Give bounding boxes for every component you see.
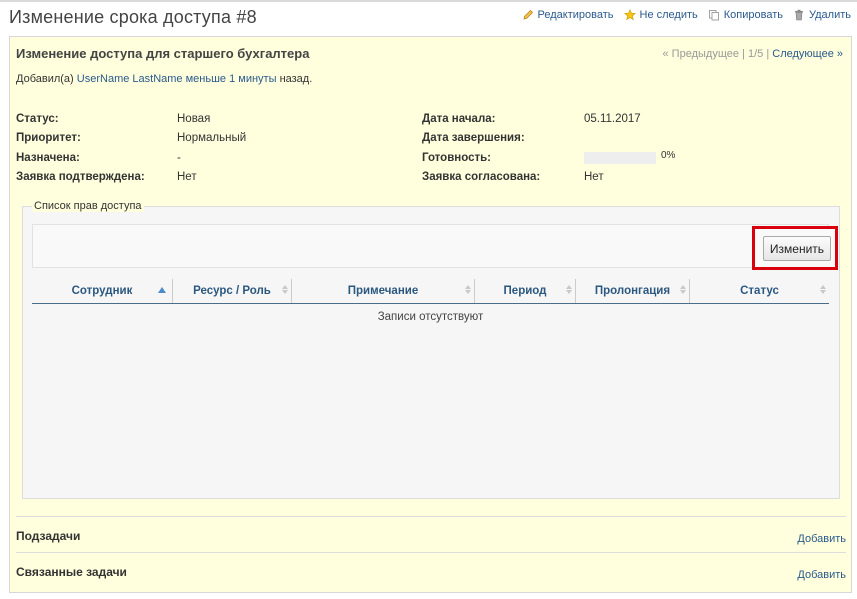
done-ratio-progress: 0% bbox=[584, 150, 784, 164]
pencil-icon bbox=[523, 9, 533, 20]
access-rights-toolbar: Изменить bbox=[32, 224, 838, 270]
access-rights-legend: Список прав доступа bbox=[32, 200, 144, 212]
sort-icon bbox=[680, 285, 686, 294]
issue-panel: Изменение доступа для старшего бухгалтер… bbox=[9, 36, 852, 593]
confirmed-value: Нет bbox=[177, 171, 197, 184]
unwatch-label: Не следить bbox=[639, 9, 698, 21]
subtasks-section: Подзадачи Добавить bbox=[16, 516, 846, 552]
trash-icon bbox=[795, 9, 803, 21]
column-header-resource-role[interactable]: Ресурс / Роль bbox=[173, 279, 292, 303]
delete-label: Удалить bbox=[809, 9, 851, 21]
page-title: Изменение срока доступа #8 bbox=[9, 7, 257, 27]
done-ratio-value: 0% bbox=[661, 150, 676, 162]
add-subtask-link[interactable]: Добавить bbox=[797, 533, 846, 545]
start-date-label: Дата начала: bbox=[422, 112, 496, 125]
access-rights-grid: Сотрудник Ресурс / Роль Примечание Перио… bbox=[32, 279, 829, 323]
sort-icon bbox=[282, 285, 288, 294]
priority-label: Приоритет: bbox=[16, 132, 81, 145]
unwatch-link[interactable]: Не следить bbox=[623, 9, 698, 21]
next-link[interactable]: Следующее » bbox=[772, 48, 843, 60]
assignee-label: Назначена: bbox=[16, 151, 80, 164]
copy-label: Копировать bbox=[723, 9, 783, 21]
column-header-label: Ресурс / Роль bbox=[193, 285, 271, 297]
sort-icon bbox=[465, 285, 471, 294]
column-header-employee[interactable]: Сотрудник bbox=[32, 279, 173, 303]
issue-attributes: Статус: Новая Дата начала: 05.11.2017 Пр… bbox=[16, 109, 846, 187]
pager-position: 1/5 bbox=[747, 48, 764, 60]
attribute-row: Назначена: - Готовность: 0% bbox=[16, 148, 846, 168]
top-divider bbox=[0, 0, 857, 2]
copy-link[interactable]: Копировать bbox=[708, 9, 783, 21]
issue-subject: Изменение доступа для старшего бухгалтер… bbox=[16, 46, 310, 61]
grid-header: Сотрудник Ресурс / Роль Примечание Перио… bbox=[32, 279, 829, 304]
column-header-label: Сотрудник bbox=[71, 285, 133, 297]
attribute-row: Заявка подтверждена: Нет Заявка согласов… bbox=[16, 168, 846, 188]
author-suffix: назад. bbox=[279, 73, 313, 85]
pager-separator: | bbox=[766, 48, 770, 60]
change-button[interactable]: Изменить bbox=[763, 236, 831, 261]
issue-pager: « Предыдущее | 1/5 | Следующее » bbox=[663, 48, 844, 60]
column-header-label: Статус bbox=[740, 285, 779, 297]
access-rights-fieldset: Список прав доступа Изменить Сотрудник Р… bbox=[22, 200, 840, 499]
status-label: Статус: bbox=[16, 112, 59, 125]
pager-separator: | bbox=[742, 48, 745, 60]
sort-icon bbox=[820, 285, 826, 294]
column-header-status[interactable]: Статус bbox=[690, 279, 829, 303]
column-header-note[interactable]: Примечание bbox=[292, 279, 475, 303]
related-issues-section: Связанные задачи Добавить bbox=[16, 552, 846, 592]
column-header-prolongation[interactable]: Пролонгация bbox=[576, 279, 690, 303]
change-button-highlight: Изменить bbox=[752, 226, 838, 270]
author-prefix: Добавил(а) bbox=[16, 73, 74, 85]
attribute-row: Статус: Новая Дата начала: 05.11.2017 bbox=[16, 109, 846, 129]
star-icon bbox=[623, 9, 636, 21]
author-user-link[interactable]: UserName LastName bbox=[77, 73, 183, 85]
status-value: Новая bbox=[177, 112, 211, 125]
related-issues-title: Связанные задачи bbox=[16, 565, 127, 579]
edit-label: Редактировать bbox=[537, 9, 614, 21]
column-header-label: Период bbox=[503, 285, 547, 297]
edit-link[interactable]: Редактировать bbox=[522, 9, 614, 21]
sort-ascending-icon bbox=[158, 287, 166, 293]
column-header-period[interactable]: Период bbox=[475, 279, 576, 303]
subtasks-title: Подзадачи bbox=[16, 529, 81, 543]
due-date-label: Дата завершения: bbox=[422, 132, 525, 145]
assignee-value: - bbox=[177, 151, 181, 164]
sort-icon bbox=[566, 285, 572, 294]
start-date-value: 05.11.2017 bbox=[584, 112, 641, 125]
delete-link[interactable]: Удалить bbox=[793, 9, 851, 21]
issue-toolbar: Редактировать Не следить Копировать Удал… bbox=[522, 9, 851, 21]
copy-icon bbox=[708, 10, 719, 21]
column-header-label: Пролонгация bbox=[594, 285, 671, 297]
column-header-label: Примечание bbox=[347, 285, 419, 297]
prev-link[interactable]: « Предыдущее bbox=[663, 48, 739, 60]
attribute-row: Приоритет: Нормальный Дата завершения: bbox=[16, 129, 846, 149]
done-ratio-label: Готовность: bbox=[422, 151, 492, 164]
priority-value: Нормальный bbox=[177, 132, 247, 145]
confirmed-label: Заявка подтверждена: bbox=[16, 171, 145, 184]
add-related-link[interactable]: Добавить bbox=[797, 569, 846, 581]
approved-label: Заявка согласована: bbox=[422, 171, 541, 184]
empty-grid-message: Записи отсутствуют bbox=[377, 311, 484, 323]
progress-bar bbox=[584, 151, 656, 164]
approved-value: Нет bbox=[584, 171, 604, 184]
created-time-link[interactable]: меньше 1 минуты bbox=[186, 73, 277, 85]
author-line: Добавил(а) UserName LastName меньше 1 ми… bbox=[16, 73, 312, 85]
